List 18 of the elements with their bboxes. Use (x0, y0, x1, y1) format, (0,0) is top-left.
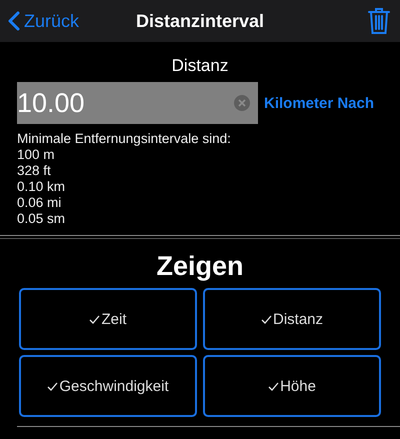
info-text: 0.10 km (17, 179, 66, 195)
info-text: Minimale Entfernungsintervale sind: (17, 131, 231, 147)
chevron-left-icon (8, 11, 20, 31)
screen-title: Distanzinterval (136, 10, 264, 32)
unit-button[interactable]: Kilometer Nach (264, 94, 374, 112)
option-button[interactable]: Geschwindigkeit (19, 355, 197, 417)
section-title: Zeigen (156, 251, 244, 282)
info-text: 100 m (17, 147, 55, 163)
trash-icon[interactable] (368, 7, 390, 35)
option-button[interactable]: Distanz (203, 288, 381, 350)
option-button[interactable]: Zeit (19, 288, 197, 350)
distance-label: Distanz (172, 56, 228, 76)
info-text: 0.06 mi (17, 195, 62, 211)
info-text: 328 ft (17, 163, 51, 179)
distance-input-field[interactable]: 10.00 (17, 82, 258, 124)
info-text: 0.05 sm (17, 211, 66, 227)
option-button[interactable]: Höhe (203, 355, 381, 417)
back-button[interactable]: Zurück (8, 10, 80, 32)
